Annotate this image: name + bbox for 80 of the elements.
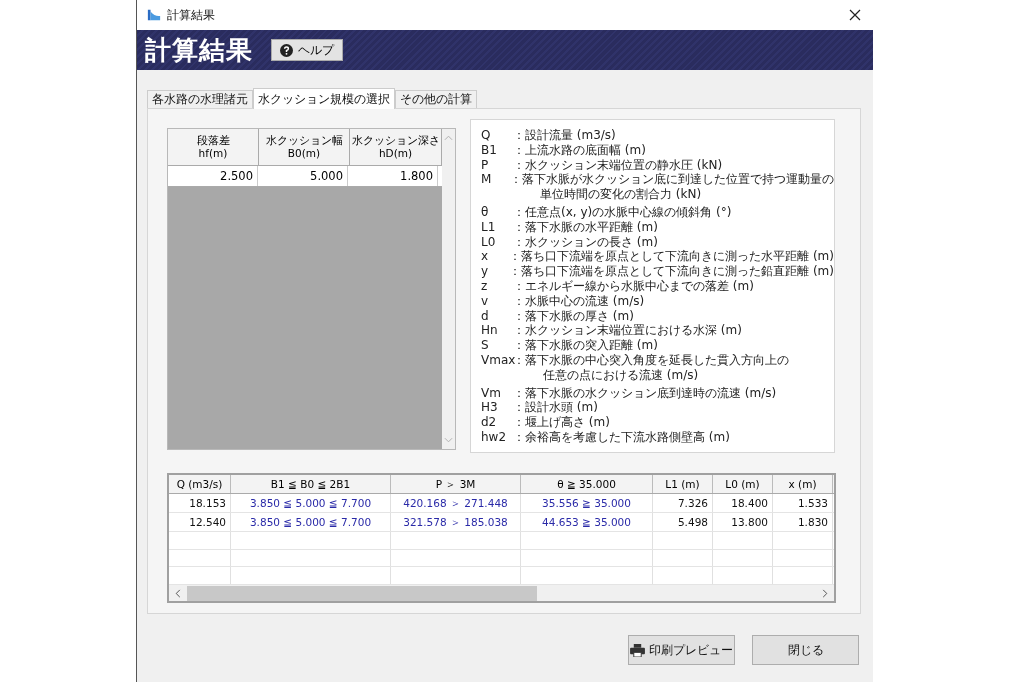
legend-description: ：水脈中心の流速 (m/s) bbox=[513, 293, 645, 309]
legend-symbol: x bbox=[481, 249, 490, 265]
tab[interactable]: 各水路の水理諸元 bbox=[147, 90, 253, 108]
legend-symbol: Vm bbox=[481, 385, 502, 401]
column-header: B1 ≦ B0 ≦ 2B1 bbox=[231, 475, 391, 493]
legend-symbol: P bbox=[481, 157, 490, 173]
table-cell: 13.800 bbox=[713, 513, 773, 531]
legend-symbol: Q bbox=[481, 128, 492, 143]
legend-symbol: S bbox=[481, 338, 490, 353]
legend-description: ：設計水頭 (m) bbox=[513, 400, 598, 416]
legend-description: ：落下水脈の水クッション底到達時の流速 (m/s) bbox=[513, 385, 777, 401]
legend-description: ：設計流量 (m3/s) bbox=[513, 128, 616, 143]
table-cell: 2.500 bbox=[168, 166, 258, 186]
column-header: x (m) bbox=[773, 475, 833, 493]
app-icon bbox=[147, 8, 161, 22]
legend-symbol: M bbox=[481, 172, 493, 189]
legend-description: ：堰上げ高さ (m) bbox=[513, 415, 610, 430]
legend-symbol: Hn bbox=[481, 323, 499, 339]
legend-symbol: z bbox=[481, 278, 489, 294]
legend-description: ：余裕高を考慮した下流水路側壁高 (m) bbox=[513, 429, 730, 445]
legend-symbol: θ bbox=[481, 205, 490, 220]
help-icon bbox=[280, 43, 293, 57]
column-header: Q (m3/s) bbox=[169, 475, 231, 493]
table-cell: 1.830 bbox=[773, 513, 833, 531]
legend-description: ：落ち口下流端を原点として下流向きに測った水平距離 (m) bbox=[509, 249, 834, 265]
column-header: P ＞ 3M bbox=[391, 475, 521, 493]
legend-description: ：上流水路の底面幅 (m) bbox=[513, 142, 646, 158]
table-cell: 3.850 ≦ 5.000 ≦ 7.700 bbox=[231, 513, 391, 531]
legend-description: ：落下水脈が水クッション底に到達した位置で持つ運動量の bbox=[510, 172, 834, 188]
close-button[interactable]: 閉じる bbox=[752, 635, 859, 665]
table-cell: 1.800 bbox=[348, 166, 438, 186]
legend-symbol: L0 bbox=[481, 234, 497, 250]
legend-description: ：水クッション末端位置の静水圧 (kN) bbox=[513, 157, 723, 173]
legend-symbol: H3 bbox=[481, 400, 499, 416]
legend-symbol: L1 bbox=[481, 219, 497, 235]
table-cell: 18.153 bbox=[169, 494, 231, 512]
table-cell: 12.540 bbox=[169, 513, 231, 531]
table-cell: 5.000 bbox=[258, 166, 348, 186]
tab[interactable]: 水クッション規模の選択 bbox=[253, 88, 395, 109]
scroll-thumb[interactable] bbox=[187, 585, 537, 601]
vertical-scrollbar[interactable] bbox=[442, 129, 455, 449]
column-header: 段落差 hf(m) bbox=[168, 129, 259, 165]
table-cell: 7.326 bbox=[653, 494, 713, 512]
legend-symbol: Vmax bbox=[481, 352, 513, 369]
legend-description: ：エネルギー線から水脈中心までの落差 (m) bbox=[513, 278, 754, 294]
legend-description: ：水クッション末端位置における水深 (m) bbox=[513, 323, 742, 339]
table-cell: 35.556 ≧ 35.000 bbox=[521, 494, 653, 512]
horizontal-scrollbar[interactable] bbox=[169, 585, 834, 601]
legend-description: ：水クッションの長さ (m) bbox=[513, 234, 658, 250]
legend-description: ：落下水脈の突入距離 (m) bbox=[513, 338, 658, 353]
legend-description: ：落ち口下流端を原点として下流向きに測った鉛直距離 (m) bbox=[509, 264, 834, 279]
window-title: 計算結果 bbox=[167, 6, 216, 24]
column-header: L0 (m) bbox=[713, 475, 773, 493]
column-header: L1 (m) bbox=[653, 475, 713, 493]
table-cell: 5.498 bbox=[653, 513, 713, 531]
legend-symbol: d bbox=[481, 308, 490, 324]
column-header: θ ≧ 35.000 bbox=[521, 475, 653, 493]
close-icon[interactable] bbox=[849, 9, 861, 21]
column-header: 水クッション幅 B0(m) bbox=[259, 129, 350, 165]
legend-description: ：落下水脈の水平距離 (m) bbox=[513, 219, 658, 235]
help-button[interactable]: ヘルプ bbox=[271, 39, 343, 61]
legend-symbol: hw2 bbox=[481, 429, 508, 445]
tab[interactable]: その他の計算 bbox=[395, 90, 477, 108]
table-cell: 321.578 ＞ 185.038 bbox=[391, 513, 521, 531]
legend-description: ：任意点(x, y)の水脈中心線の傾斜角 (°) bbox=[513, 205, 732, 220]
print-preview-button[interactable]: 印刷プレビュー bbox=[628, 635, 735, 665]
table-cell: 1.533 bbox=[773, 494, 833, 512]
legend-symbol: v bbox=[481, 293, 490, 309]
legend-symbol: d2 bbox=[481, 415, 498, 430]
legend-symbol: y bbox=[481, 264, 490, 279]
legend-description: 任意の点における流速 (m/s) bbox=[542, 367, 700, 383]
table-cell: 44.653 ≧ 35.000 bbox=[521, 513, 653, 531]
table-cell: 18.400 bbox=[713, 494, 773, 512]
table-cell: 3.850 ≦ 5.000 ≦ 7.700 bbox=[231, 494, 391, 512]
table-cell: 420.168 ＞ 271.448 bbox=[391, 494, 521, 512]
page-heading: 計算結果 bbox=[145, 33, 253, 67]
legend-description: ：落下水脈の厚さ (m) bbox=[513, 308, 634, 324]
printer-icon bbox=[630, 643, 645, 657]
legend-description: 単位時間の変化の割合力 (kN) bbox=[539, 187, 703, 202]
legend-symbol: B1 bbox=[481, 142, 498, 158]
